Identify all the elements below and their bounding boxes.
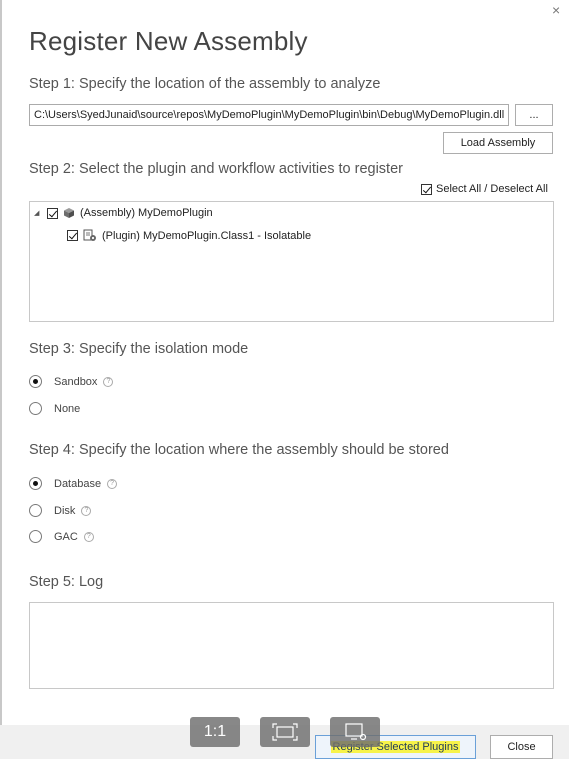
radio-label: Disk xyxy=(54,504,76,517)
select-all-toggle[interactable]: Select All / Deselect All xyxy=(421,183,548,195)
tree-item-label: (Plugin) MyDemoPlugin.Class1 - Isolatabl… xyxy=(102,229,312,242)
close-button[interactable]: Close xyxy=(490,735,553,759)
radio-label: Sandbox xyxy=(54,375,98,388)
radio-button[interactable] xyxy=(29,477,42,490)
radio-button[interactable] xyxy=(29,504,42,517)
expand-triangle-icon[interactable]: ◢ xyxy=(34,209,42,217)
radio-label: GAC xyxy=(54,530,78,543)
assembly-path-input[interactable] xyxy=(29,104,509,126)
radio-disk[interactable]: Disk ? xyxy=(29,504,92,517)
help-icon[interactable]: ? xyxy=(103,376,114,387)
step1-label: Step 1: Specify the location of the asse… xyxy=(29,76,381,92)
close-icon[interactable]: × xyxy=(552,2,560,18)
radio-button[interactable] xyxy=(29,402,42,415)
plugin-checkbox[interactable] xyxy=(67,230,78,241)
log-textarea[interactable] xyxy=(29,602,554,689)
radio-button[interactable] xyxy=(29,530,42,543)
assembly-checkbox[interactable] xyxy=(47,207,58,219)
select-all-checkbox[interactable] xyxy=(421,183,432,195)
dialog-title: Register New Assembly xyxy=(29,26,308,56)
step2-label: Step 2: Select the plugin and workflow a… xyxy=(29,161,403,177)
step5-label: Step 5: Log xyxy=(29,574,104,590)
fit-to-screen-icon xyxy=(272,723,298,741)
help-icon[interactable]: ? xyxy=(83,531,94,542)
browse-button[interactable]: ... xyxy=(515,104,553,126)
window-left-border xyxy=(0,0,2,759)
select-all-label: Select All / Deselect All xyxy=(436,183,548,195)
help-icon[interactable]: ? xyxy=(107,478,118,489)
radio-database[interactable]: Database ? xyxy=(29,477,118,490)
radio-sandbox[interactable]: Sandbox ? xyxy=(29,375,114,388)
radio-label: None xyxy=(54,402,81,415)
tree-item-label: (Assembly) MyDemoPlugin xyxy=(80,207,213,219)
screen-snip-button[interactable] xyxy=(330,717,380,747)
screen-snip-icon xyxy=(345,723,367,741)
step4-label: Step 4: Specify the location where the a… xyxy=(29,442,449,458)
load-assembly-button[interactable]: Load Assembly xyxy=(443,132,553,154)
fit-to-screen-button[interactable] xyxy=(260,717,310,747)
help-icon[interactable]: ? xyxy=(81,505,92,516)
plugin-icon xyxy=(83,229,96,241)
actual-size-button[interactable]: 1:1 xyxy=(190,717,240,747)
plugin-tree[interactable]: ◢ (Assembly) MyDemoPlugin (Plugin) MyDem… xyxy=(29,201,554,322)
radio-none[interactable]: None xyxy=(29,402,80,415)
radio-gac[interactable]: GAC ? xyxy=(29,530,94,543)
tree-item-plugin[interactable]: (Plugin) MyDemoPlugin.Class1 - Isolatabl… xyxy=(67,229,311,242)
step3-label: Step 3: Specify the isolation mode xyxy=(29,341,249,357)
radio-label: Database xyxy=(54,477,102,490)
assembly-icon xyxy=(64,208,74,218)
tree-item-assembly[interactable]: ◢ (Assembly) MyDemoPlugin xyxy=(34,207,213,219)
radio-button[interactable] xyxy=(29,375,42,388)
